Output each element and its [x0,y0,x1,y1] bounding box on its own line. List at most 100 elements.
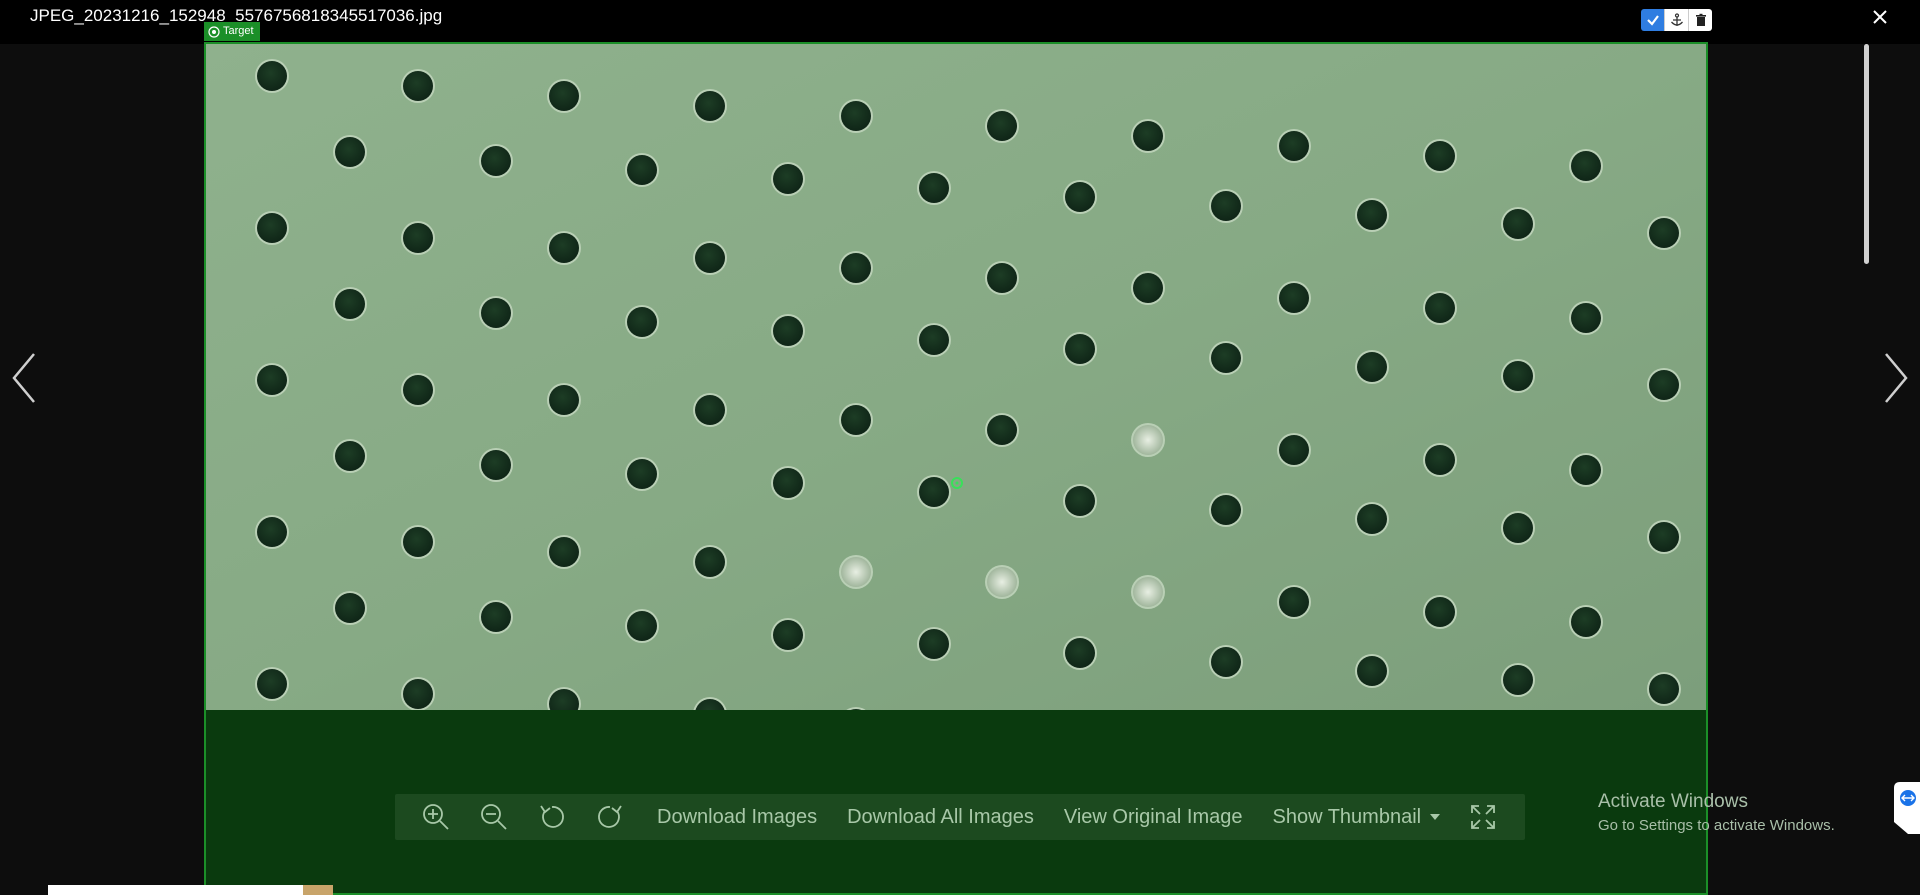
teamviewer-widget[interactable] [1894,782,1920,834]
activation-title: Activate Windows [1598,791,1748,812]
plate-hole [1571,607,1601,637]
plate-hole [695,547,725,577]
rotate-right-icon [598,805,622,828]
title-bar: JPEG_20231216_152948_5576756818345517036… [0,0,1920,44]
plate-hole [403,71,433,101]
plate-hole [1065,334,1095,364]
plate-hole [919,629,949,659]
fullscreen-button[interactable] [1463,794,1503,840]
taskbar-fragment [48,885,333,895]
confirm-button[interactable] [1641,9,1664,31]
anchor-button[interactable] [1664,9,1688,31]
plate-hole [481,298,511,328]
plate-hole [1279,435,1309,465]
scrollbar-thumb[interactable] [1864,44,1869,264]
plate-hole [919,173,949,203]
plate-hole [1133,425,1163,455]
plate-hole [1649,370,1679,400]
taskbar-thumbnail [303,885,333,895]
plate-hole [1279,131,1309,161]
plate-hole [773,468,803,498]
zoom-in-button[interactable] [407,794,465,840]
plate-hole [1503,209,1533,239]
plate-hole [1211,647,1241,677]
zoom-out-button[interactable] [465,794,523,840]
plate-hole [987,111,1017,141]
plate-hole [481,146,511,176]
plate-hole [627,307,657,337]
chevron-left-icon [12,353,35,403]
plate-hole [1279,283,1309,313]
plate-hole [1133,121,1163,151]
plate-hole [1503,665,1533,695]
caret-down-icon [1430,814,1441,821]
plate-hole [549,537,579,567]
target-tag: Target [204,22,260,41]
download-all-images-link[interactable]: Download All Images [847,806,1034,829]
plate-hole [1211,495,1241,525]
plate-hole [1425,141,1455,171]
viewer-toolbar: Download Images Download All Images View… [395,794,1525,840]
plate-hole [919,325,949,355]
rotate-left-icon [540,805,564,828]
plate-hole [257,517,287,547]
plate-hole [403,527,433,557]
plate-hole [1357,504,1387,534]
plate-hole [1571,151,1601,181]
plate-hole [1649,674,1679,704]
plate-hole [627,611,657,641]
zoom-out-icon [481,804,507,830]
plate-hole [1279,587,1309,617]
download-images-link[interactable]: Download Images [657,806,817,829]
plate-hole [257,213,287,243]
plate-hole [549,233,579,263]
delete-button[interactable] [1688,9,1712,31]
plate-hole [335,593,365,623]
plate-hole [987,567,1017,597]
plate-hole [1503,513,1533,543]
show-thumbnail-dropdown[interactable]: Show Thumbnail [1272,806,1441,829]
plate-hole [335,441,365,471]
plate-hole [1211,343,1241,373]
zoom-in-icon [423,804,449,830]
plate-hole [841,253,871,283]
point-marker[interactable] [950,476,964,490]
plate-hole [335,137,365,167]
close-button[interactable] [1866,2,1894,30]
plate-hole [257,669,287,699]
fullscreen-icon [1471,805,1495,829]
plate-hole [1065,638,1095,668]
plate-hole [1425,597,1455,627]
view-original-image-link[interactable]: View Original Image [1064,806,1243,829]
plate-hole [695,91,725,121]
plate-hole [549,81,579,111]
plate-hole [1425,445,1455,475]
previous-image-button[interactable] [8,350,42,406]
plate-hole [1425,293,1455,323]
plate-hole [841,405,871,435]
rotate-right-button[interactable] [581,794,639,840]
next-image-button[interactable] [1878,350,1912,406]
trash-icon [1695,13,1706,26]
plate-hole [1133,273,1163,303]
windows-activation-watermark: Activate Windows Go to Settings to activ… [1598,791,1835,834]
plate-hole [919,477,949,507]
plate-hole [1571,455,1601,485]
plate-hole [481,602,511,632]
check-icon [1646,15,1659,26]
plate-hole [403,223,433,253]
show-thumbnail-label: Show Thumbnail [1272,805,1422,828]
plate-hole [773,620,803,650]
plate-hole [1357,200,1387,230]
rotate-left-button[interactable] [523,794,581,840]
plate-hole [549,385,579,415]
annotation-tools [1641,9,1712,31]
plate-hole [695,243,725,273]
plate-hole [627,155,657,185]
plate-hole [1503,361,1533,391]
plate-hole [1649,522,1679,552]
plate-hole [1649,218,1679,248]
plate-hole [1357,352,1387,382]
plate-hole [695,395,725,425]
plate-hole [403,375,433,405]
